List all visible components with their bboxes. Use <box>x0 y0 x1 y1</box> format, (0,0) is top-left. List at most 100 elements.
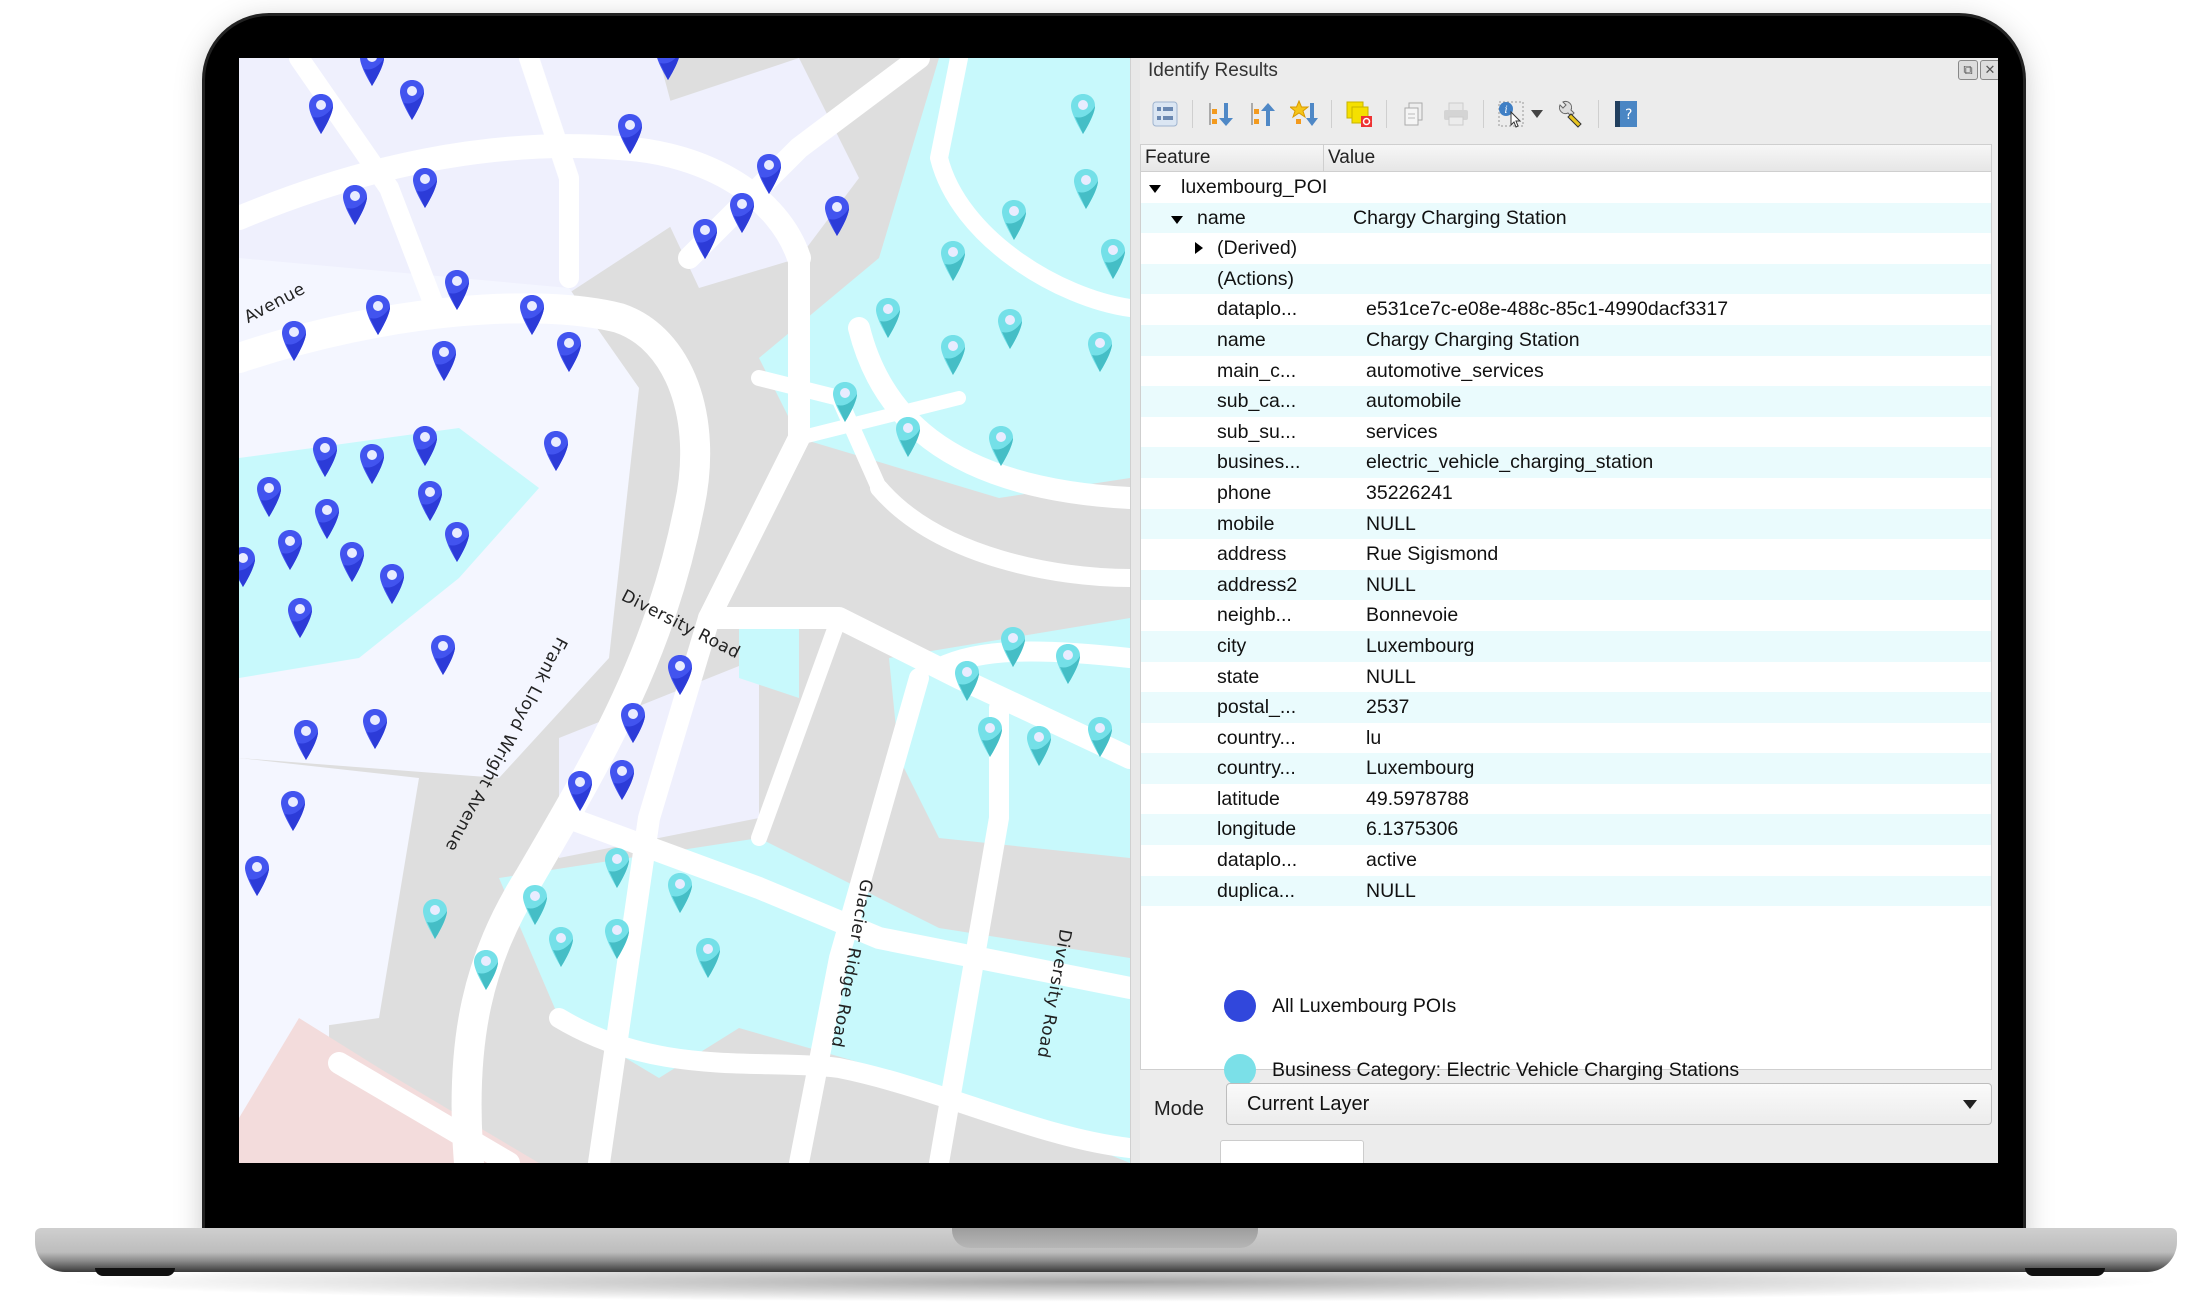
poi-marker-icon[interactable] <box>556 331 582 373</box>
copy-feature-button[interactable] <box>1397 97 1431 131</box>
poi-marker-icon[interactable] <box>244 855 270 897</box>
ev-station-marker-icon[interactable] <box>604 918 630 960</box>
poi-marker-icon[interactable] <box>359 58 385 87</box>
mode-select[interactable]: Current Layer <box>1226 1083 1992 1125</box>
ev-station-marker-icon[interactable] <box>667 872 693 914</box>
ev-station-marker-icon[interactable] <box>997 308 1023 350</box>
poi-marker-icon[interactable] <box>431 340 457 382</box>
tree-row-attribute[interactable]: address2 NULL <box>1141 569 1991 601</box>
ev-station-marker-icon[interactable] <box>954 660 980 702</box>
expand-toggle[interactable] <box>1171 203 1183 234</box>
ev-station-marker-icon[interactable] <box>895 416 921 458</box>
poi-marker-icon[interactable] <box>379 563 405 605</box>
ev-station-marker-icon[interactable] <box>695 937 721 979</box>
poi-marker-icon[interactable] <box>692 218 718 260</box>
column-divider[interactable] <box>1323 145 1324 171</box>
poi-marker-icon[interactable] <box>430 634 456 676</box>
poi-marker-icon[interactable] <box>362 708 388 750</box>
poi-marker-icon[interactable] <box>543 430 569 472</box>
expand-new-results-button[interactable] <box>1287 97 1321 131</box>
tree-row-attribute[interactable]: state NULL <box>1141 662 1991 693</box>
poi-marker-icon[interactable] <box>281 320 307 362</box>
poi-marker-icon[interactable] <box>287 597 313 639</box>
ev-station-marker-icon[interactable] <box>422 898 448 940</box>
clear-results-button[interactable] <box>1342 97 1376 131</box>
expand-toggle[interactable] <box>1149 172 1161 203</box>
tree-row-attribute[interactable]: postal_... 2537 <box>1141 692 1991 723</box>
ev-station-marker-icon[interactable] <box>604 847 630 889</box>
ev-station-marker-icon[interactable] <box>522 884 548 926</box>
tree-row-attribute[interactable]: country... Luxembourg <box>1141 753 1991 784</box>
poi-marker-icon[interactable] <box>256 476 282 518</box>
ev-station-marker-icon[interactable] <box>977 716 1003 758</box>
expand-toggle[interactable] <box>1195 233 1203 264</box>
column-header-value[interactable]: Value <box>1328 147 1375 169</box>
poi-marker-icon[interactable] <box>609 759 635 801</box>
poi-marker-icon[interactable] <box>756 153 782 195</box>
poi-marker-icon[interactable] <box>312 436 338 478</box>
float-panel-button[interactable]: ⧉ <box>1958 60 1978 80</box>
poi-marker-icon[interactable] <box>280 790 306 832</box>
poi-marker-icon[interactable] <box>277 529 303 571</box>
poi-marker-icon[interactable] <box>567 770 593 812</box>
tree-row-attribute[interactable]: mobile NULL <box>1141 508 1991 540</box>
ev-station-marker-icon[interactable] <box>1001 199 1027 241</box>
tree-row-attribute[interactable]: longitude 6.1375306 <box>1141 814 1991 846</box>
poi-marker-icon[interactable] <box>519 294 545 336</box>
ev-station-marker-icon[interactable] <box>1087 716 1113 758</box>
poi-marker-icon[interactable] <box>339 541 365 583</box>
settings-button[interactable] <box>1554 97 1588 131</box>
ev-station-marker-icon[interactable] <box>1055 643 1081 685</box>
poi-marker-icon[interactable] <box>729 192 755 234</box>
tree-row-actions[interactable]: (Actions) <box>1141 263 1991 295</box>
poi-marker-icon[interactable] <box>239 546 256 588</box>
expand-all-button[interactable] <box>1203 97 1237 131</box>
poi-marker-icon[interactable] <box>655 58 681 81</box>
tree-row-attribute[interactable]: neighb... Bonnevoie <box>1141 600 1991 631</box>
tree-row-attribute[interactable]: latitude 49.5978788 <box>1141 784 1991 815</box>
expand-tree-button[interactable] <box>1148 97 1182 131</box>
ev-station-marker-icon[interactable] <box>1026 725 1052 767</box>
print-button[interactable] <box>1439 97 1473 131</box>
ev-station-marker-icon[interactable] <box>988 425 1014 467</box>
tree-row-attribute[interactable]: address Rue Sigismond <box>1141 539 1991 570</box>
poi-marker-icon[interactable] <box>308 93 334 135</box>
poi-marker-icon[interactable] <box>412 167 438 209</box>
poi-marker-icon[interactable] <box>417 480 443 522</box>
ev-station-marker-icon[interactable] <box>1087 331 1113 373</box>
poi-marker-icon[interactable] <box>824 195 850 237</box>
tree-row-layer[interactable]: luxembourg_POI <box>1141 172 1991 203</box>
identify-select-dropdown[interactable] <box>1530 97 1544 131</box>
ev-station-marker-icon[interactable] <box>832 381 858 423</box>
ev-station-marker-icon[interactable] <box>940 240 966 282</box>
ev-station-marker-icon[interactable] <box>1000 626 1026 668</box>
identify-select-button[interactable]: i <box>1494 97 1528 131</box>
tree-row-attribute[interactable]: country... lu <box>1141 723 1991 754</box>
close-panel-button[interactable]: ✕ <box>1980 60 1998 80</box>
tree-row-attribute[interactable]: sub_ca... automobile <box>1141 386 1991 417</box>
ev-station-marker-icon[interactable] <box>548 926 574 968</box>
tree-row-attribute[interactable]: phone 35226241 <box>1141 478 1991 509</box>
poi-marker-icon[interactable] <box>293 719 319 761</box>
panel-extra-field[interactable] <box>1220 1140 1364 1163</box>
tree-row-attribute[interactable]: city Luxembourg <box>1141 630 1991 662</box>
ev-station-marker-icon[interactable] <box>1100 238 1126 280</box>
poi-marker-icon[interactable] <box>444 269 470 311</box>
poi-marker-icon[interactable] <box>444 521 470 563</box>
help-button[interactable]: ? <box>1609 97 1643 131</box>
map-canvas[interactable]: Avenue Diversity Road Frank Lloyd Wright… <box>239 58 1130 1163</box>
tree-row-attribute[interactable]: busines... electric_vehicle_charging_stat… <box>1141 447 1991 478</box>
ev-station-marker-icon[interactable] <box>940 334 966 376</box>
ev-station-marker-icon[interactable] <box>875 297 901 339</box>
tree-row-attribute[interactable]: dataplo... e531ce7c-e08e-488c-85c1-4990da… <box>1141 294 1991 325</box>
column-header-feature[interactable]: Feature <box>1145 147 1210 169</box>
ev-station-marker-icon[interactable] <box>473 949 499 991</box>
poi-marker-icon[interactable] <box>617 113 643 155</box>
tree-row-attribute[interactable]: duplica... NULL <box>1141 875 1991 907</box>
tree-row-feature[interactable]: name Chargy Charging Station <box>1141 202 1991 234</box>
ev-station-marker-icon[interactable] <box>1073 168 1099 210</box>
poi-marker-icon[interactable] <box>365 294 391 336</box>
poi-marker-icon[interactable] <box>342 184 368 226</box>
tree-row-attribute[interactable]: name Chargy Charging Station <box>1141 324 1991 356</box>
tree-row-attribute[interactable]: sub_su... services <box>1141 417 1991 448</box>
